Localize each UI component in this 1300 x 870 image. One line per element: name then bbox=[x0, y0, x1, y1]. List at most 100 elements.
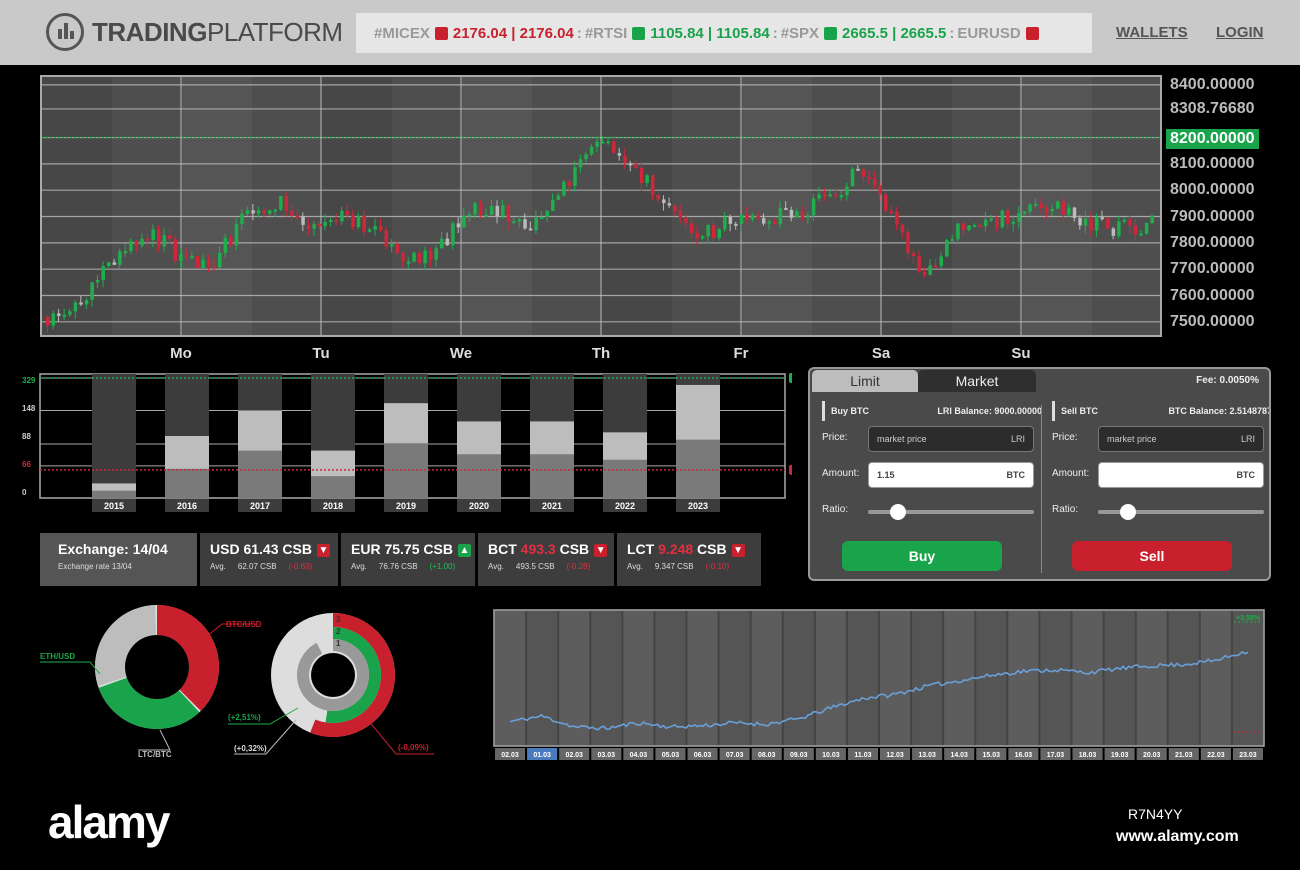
currency-code: BCT bbox=[488, 541, 517, 557]
avg-value: 9.347 CSB bbox=[654, 562, 694, 571]
day-band bbox=[742, 77, 812, 335]
candle bbox=[273, 209, 278, 212]
candle bbox=[490, 205, 494, 215]
sell-amount-label: Amount: bbox=[1052, 468, 1090, 479]
candle bbox=[1100, 217, 1104, 220]
date-label: 09.03 bbox=[790, 752, 808, 759]
buy-ratio-slider[interactable] bbox=[868, 504, 1034, 520]
candle bbox=[168, 235, 172, 240]
line-column-bg bbox=[1072, 611, 1103, 745]
price-tick-label: 8000.00000 bbox=[1170, 181, 1255, 199]
day-label-sa: Sa bbox=[871, 345, 891, 362]
buy-amount-value: 1.15 bbox=[877, 470, 895, 480]
candle bbox=[268, 210, 272, 214]
candle bbox=[695, 233, 699, 239]
line-column-bg bbox=[655, 611, 686, 745]
date-label: 19.03 bbox=[1111, 752, 1129, 759]
bar-category-label: 2016 bbox=[177, 501, 197, 511]
candle bbox=[484, 214, 488, 217]
candle bbox=[884, 194, 888, 212]
bar-category-label: 2023 bbox=[688, 501, 708, 511]
candle bbox=[956, 223, 960, 240]
buy-price-value: market price bbox=[877, 434, 927, 444]
candle bbox=[917, 255, 921, 272]
arrow-down-icon bbox=[789, 464, 792, 475]
line-column-bg bbox=[1104, 611, 1135, 745]
candle bbox=[684, 217, 688, 223]
candle bbox=[567, 181, 572, 187]
sell-price-field[interactable]: market price LRI bbox=[1098, 426, 1264, 452]
candle bbox=[240, 213, 244, 225]
buy-price-field[interactable]: market price LRI bbox=[868, 426, 1034, 452]
fee-label: Fee: 0.0050% bbox=[1196, 375, 1259, 386]
candle bbox=[628, 163, 633, 166]
candle bbox=[1139, 233, 1143, 236]
candle bbox=[1144, 222, 1149, 234]
wallets-link[interactable]: WALLETS bbox=[1116, 24, 1188, 41]
candle bbox=[362, 215, 366, 232]
bar-y-tick: 0 bbox=[22, 488, 27, 497]
alamy-logo: alamy bbox=[48, 796, 170, 848]
login-link[interactable]: LOGIN bbox=[1216, 24, 1264, 41]
date-label: 02.03 bbox=[565, 752, 583, 759]
candle bbox=[706, 225, 710, 237]
sell-balance: BTC Balance: 2.5148787 bbox=[1168, 406, 1271, 416]
buy-amount-field[interactable]: 1.15 BTC bbox=[868, 462, 1034, 488]
sell-ratio-slider[interactable] bbox=[1098, 504, 1264, 520]
candle bbox=[212, 266, 216, 269]
candle bbox=[817, 194, 821, 199]
date-label: 06.03 bbox=[694, 752, 712, 759]
candle bbox=[545, 210, 549, 217]
candle bbox=[656, 194, 660, 200]
candle bbox=[179, 254, 183, 261]
date-label: 15.03 bbox=[983, 752, 1001, 759]
candle bbox=[967, 225, 971, 231]
line-column-bg bbox=[1136, 611, 1167, 745]
date-label: 17.03 bbox=[1047, 752, 1065, 759]
price-line-chart[interactable]: 02.03 01.03 02.03 03.03 04.03 05.03 06.03 07.03… bbox=[492, 608, 1268, 764]
candle bbox=[323, 221, 327, 227]
line-column-bg bbox=[847, 611, 878, 745]
ticker-symbol: #RTSI bbox=[584, 24, 628, 42]
candle bbox=[972, 225, 977, 228]
candle bbox=[895, 211, 899, 225]
candle bbox=[639, 167, 644, 184]
tab-limit[interactable]: Limit bbox=[812, 370, 918, 392]
line-column-bg bbox=[527, 611, 558, 745]
buy-ratio-knob[interactable] bbox=[889, 504, 906, 520]
date-label: 21.03 bbox=[1175, 752, 1193, 759]
arrow-up-icon: ▲ bbox=[632, 26, 646, 40]
candle bbox=[789, 209, 794, 218]
sell-button[interactable]: Sell bbox=[1072, 541, 1232, 571]
candle bbox=[828, 194, 833, 197]
avg-label: Avg. bbox=[351, 562, 367, 571]
bar-y-tick: 148 bbox=[22, 404, 36, 413]
candle bbox=[162, 235, 167, 247]
sell-amount-field[interactable]: BTC bbox=[1098, 462, 1264, 488]
candle bbox=[861, 169, 866, 178]
candle bbox=[889, 211, 894, 214]
buy-button[interactable]: Buy bbox=[842, 541, 1002, 571]
candle bbox=[811, 198, 816, 216]
ticker-separator: : bbox=[949, 24, 955, 42]
candle bbox=[295, 215, 300, 218]
candle bbox=[451, 223, 455, 246]
candle bbox=[900, 224, 905, 233]
candle bbox=[173, 239, 178, 261]
candle bbox=[506, 205, 511, 222]
candlestick-chart[interactable] bbox=[40, 75, 1162, 337]
candle bbox=[911, 253, 916, 256]
tab-market[interactable]: Market bbox=[918, 370, 1036, 392]
donut-ring-number: 3 bbox=[336, 615, 341, 624]
date-label: 23.03 bbox=[1239, 752, 1257, 759]
exchange-strip: Exchange: 14/04 Exchange rate 13/04 USD … bbox=[40, 533, 761, 586]
donut-legend-label: (+2,51%) bbox=[228, 713, 261, 722]
bar-y-tick: 88 bbox=[22, 432, 31, 441]
candle bbox=[206, 259, 211, 267]
candle bbox=[750, 215, 755, 220]
brand-logo[interactable]: TRADINGPLATFORM bbox=[46, 13, 343, 51]
candle bbox=[428, 250, 433, 260]
candle bbox=[46, 316, 50, 326]
line-column-bg bbox=[559, 611, 590, 745]
sell-ratio-knob[interactable] bbox=[1119, 504, 1136, 520]
